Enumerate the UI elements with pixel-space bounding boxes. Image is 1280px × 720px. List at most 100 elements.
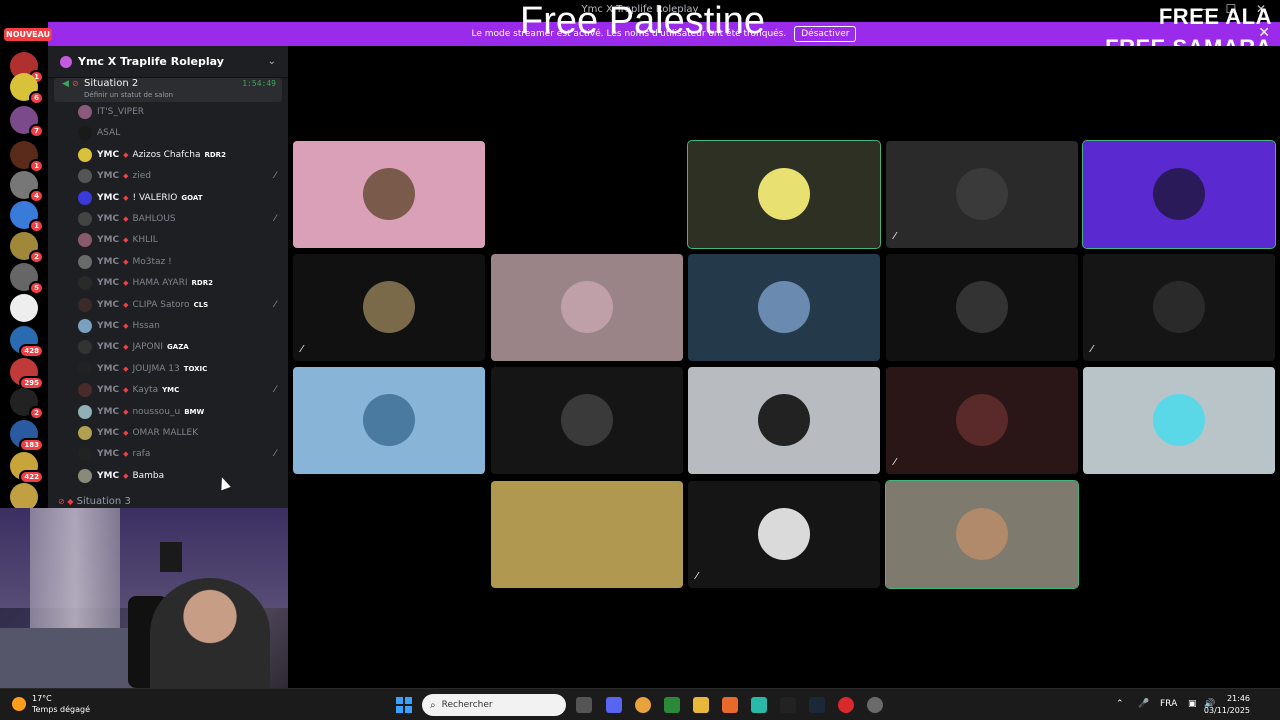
voice-member[interactable]: YMC ◆ Hssan [78,316,288,336]
language-indicator[interactable]: FRA [1160,699,1177,709]
member-name: JAPONI [132,342,164,353]
no-entry-icon: ⊘ [72,79,79,88]
app-icon[interactable] [780,697,796,713]
participant-tile[interactable] [688,367,880,474]
participant-tile[interactable] [688,254,880,361]
participant-tile[interactable] [885,480,1079,589]
voice-member[interactable]: YMC ◆! VALERIO GOAT [78,188,288,208]
app-icon[interactable] [751,697,767,713]
participant-tile[interactable] [1083,367,1275,474]
voice-member[interactable]: YMC ◆ Azizos Chafcha RDR2 [78,145,288,165]
member-name: Bamba [132,470,165,481]
voice-member[interactable]: YMC ◆ JAPONI GAZA [78,337,288,357]
server-icon[interactable]: 2 [10,232,44,264]
participant-tile[interactable]: ⁄ [293,254,485,361]
participant-tile[interactable]: ⁄ [886,141,1078,248]
participant-tile[interactable] [293,367,485,474]
participant-avatar [363,281,415,333]
muted-mic-icon: ⁄ [894,231,896,242]
separator-icon: ◆ [123,450,129,459]
weather-widget[interactable]: 17°C Temps dégagé [12,693,90,715]
chevron-up-icon[interactable]: ⌃ [1116,699,1124,709]
voice-member[interactable]: YMC ◆ Bamba [78,466,288,486]
server-icon[interactable]: 1 [10,201,44,233]
system-clock[interactable]: 21:46 03/11/2025 [1204,693,1250,717]
server-icon[interactable]: 183 [10,420,44,452]
member-tag: YMC [97,428,120,438]
channel-status-prompt[interactable]: Définir un statut de salon [84,91,173,99]
voice-member[interactable]: YMC ◆ JOUJMA 13 TOXIC [78,359,288,379]
participant-avatar [1153,168,1205,220]
participant-tile[interactable] [491,481,683,588]
task-view-icon[interactable] [576,697,592,713]
voice-member[interactable]: YMC ◆ BAHLOUS ⁄ [78,209,288,229]
separator-icon: ◆ [123,257,129,266]
voice-channel-name: Situation 3 [76,496,131,507]
participant-tile[interactable]: ⁄ [886,367,1078,474]
participant-tile[interactable] [491,367,683,474]
voice-member[interactable]: IT'S_VIPER [78,102,288,122]
server-icon[interactable]: 428 [10,326,44,358]
participant-tile[interactable] [1082,140,1276,249]
participant-tile[interactable]: ⁄ [1083,254,1275,361]
chrome-icon[interactable] [635,697,651,713]
participant-avatar [956,508,1008,560]
member-name: Hssan [132,321,160,331]
participant-avatar [956,168,1008,220]
disable-streamer-button[interactable]: Désactiver [794,26,857,42]
voice-member[interactable]: YMC ◆ noussou_u BMW [78,402,288,422]
windows-start-icon[interactable] [396,697,412,713]
server-icon[interactable]: 422 [10,452,44,484]
taskbar-search[interactable]: ⌕ Rechercher [422,694,566,716]
voice-member[interactable]: YMC ◆ rafa ⁄ [78,444,288,464]
voice-channel-situation-3[interactable]: ⊘ ◆ Situation 3 [58,496,131,507]
voice-member[interactable]: YMC ◆ Mo3taz ! [78,252,288,272]
voice-member[interactable]: YMC ◆ HAMA AYARI RDR2 [78,273,288,293]
voice-member[interactable]: YMC ◆ CLIPA Satoro CLS ⁄ [78,295,288,315]
participant-tile[interactable]: ⁄ [688,481,880,588]
muted-mic-icon: ⁄ [696,571,698,582]
app-icon[interactable] [867,697,883,713]
network-icon[interactable]: ▣ [1188,699,1197,709]
server-icon[interactable]: 4 [10,171,44,203]
participant-tile[interactable] [491,254,683,361]
server-icon[interactable] [10,483,38,511]
member-tag: YMC [97,214,120,224]
member-name: rafa [132,449,151,460]
opera-icon[interactable] [838,697,854,713]
server-icon[interactable]: 295 [10,358,44,390]
voice-member[interactable]: YMC ◆ Kayta YMC ⁄ [78,380,288,400]
avatar [78,340,92,355]
server-icon[interactable] [10,294,38,322]
participant-tile[interactable] [293,141,485,248]
separator-icon: ◆ [123,300,129,309]
clock-date: 03/11/2025 [1203,706,1250,715]
server-icon[interactable]: 1 [10,141,44,173]
app-icon[interactable] [722,697,738,713]
member-tag: YMC [97,192,120,203]
chevron-down-icon[interactable]: ⌄ [268,56,276,67]
new-badge[interactable]: NOUVEAU [4,28,53,41]
voice-member[interactable]: YMC ◆ OMAR MALLEK [78,423,288,443]
microphone-icon[interactable]: 🎤 [1138,699,1149,709]
voice-member[interactable]: YMC ◆ KHLIL [78,230,288,250]
app-icon[interactable] [664,697,680,713]
discord-icon[interactable] [606,697,622,713]
server-icon[interactable]: 2 [10,388,44,420]
server-header[interactable]: Ymc X Traplife Roleplay ⌄ [48,46,288,78]
avatar [78,447,92,462]
voice-member[interactable]: YMC ◆ zied ⁄ [78,166,288,186]
voice-member[interactable]: ASAL [78,123,288,143]
role-tag: RDR2 [204,150,226,159]
server-icon[interactable]: 6 [10,73,44,105]
server-icon[interactable]: 7 [10,106,44,138]
participant-tile[interactable] [886,254,1078,361]
server-icon[interactable]: 5 [10,263,44,295]
file-explorer-icon[interactable] [693,697,709,713]
voice-channel-situation-2[interactable]: ◀ ⊘ Situation 2 1:54:49 Définir un statu… [54,78,282,102]
participant-tile[interactable] [687,140,881,249]
participant-tile[interactable] [491,141,683,248]
steam-icon[interactable] [809,697,825,713]
avatar [78,126,92,141]
member-name: Kayta [132,385,159,396]
